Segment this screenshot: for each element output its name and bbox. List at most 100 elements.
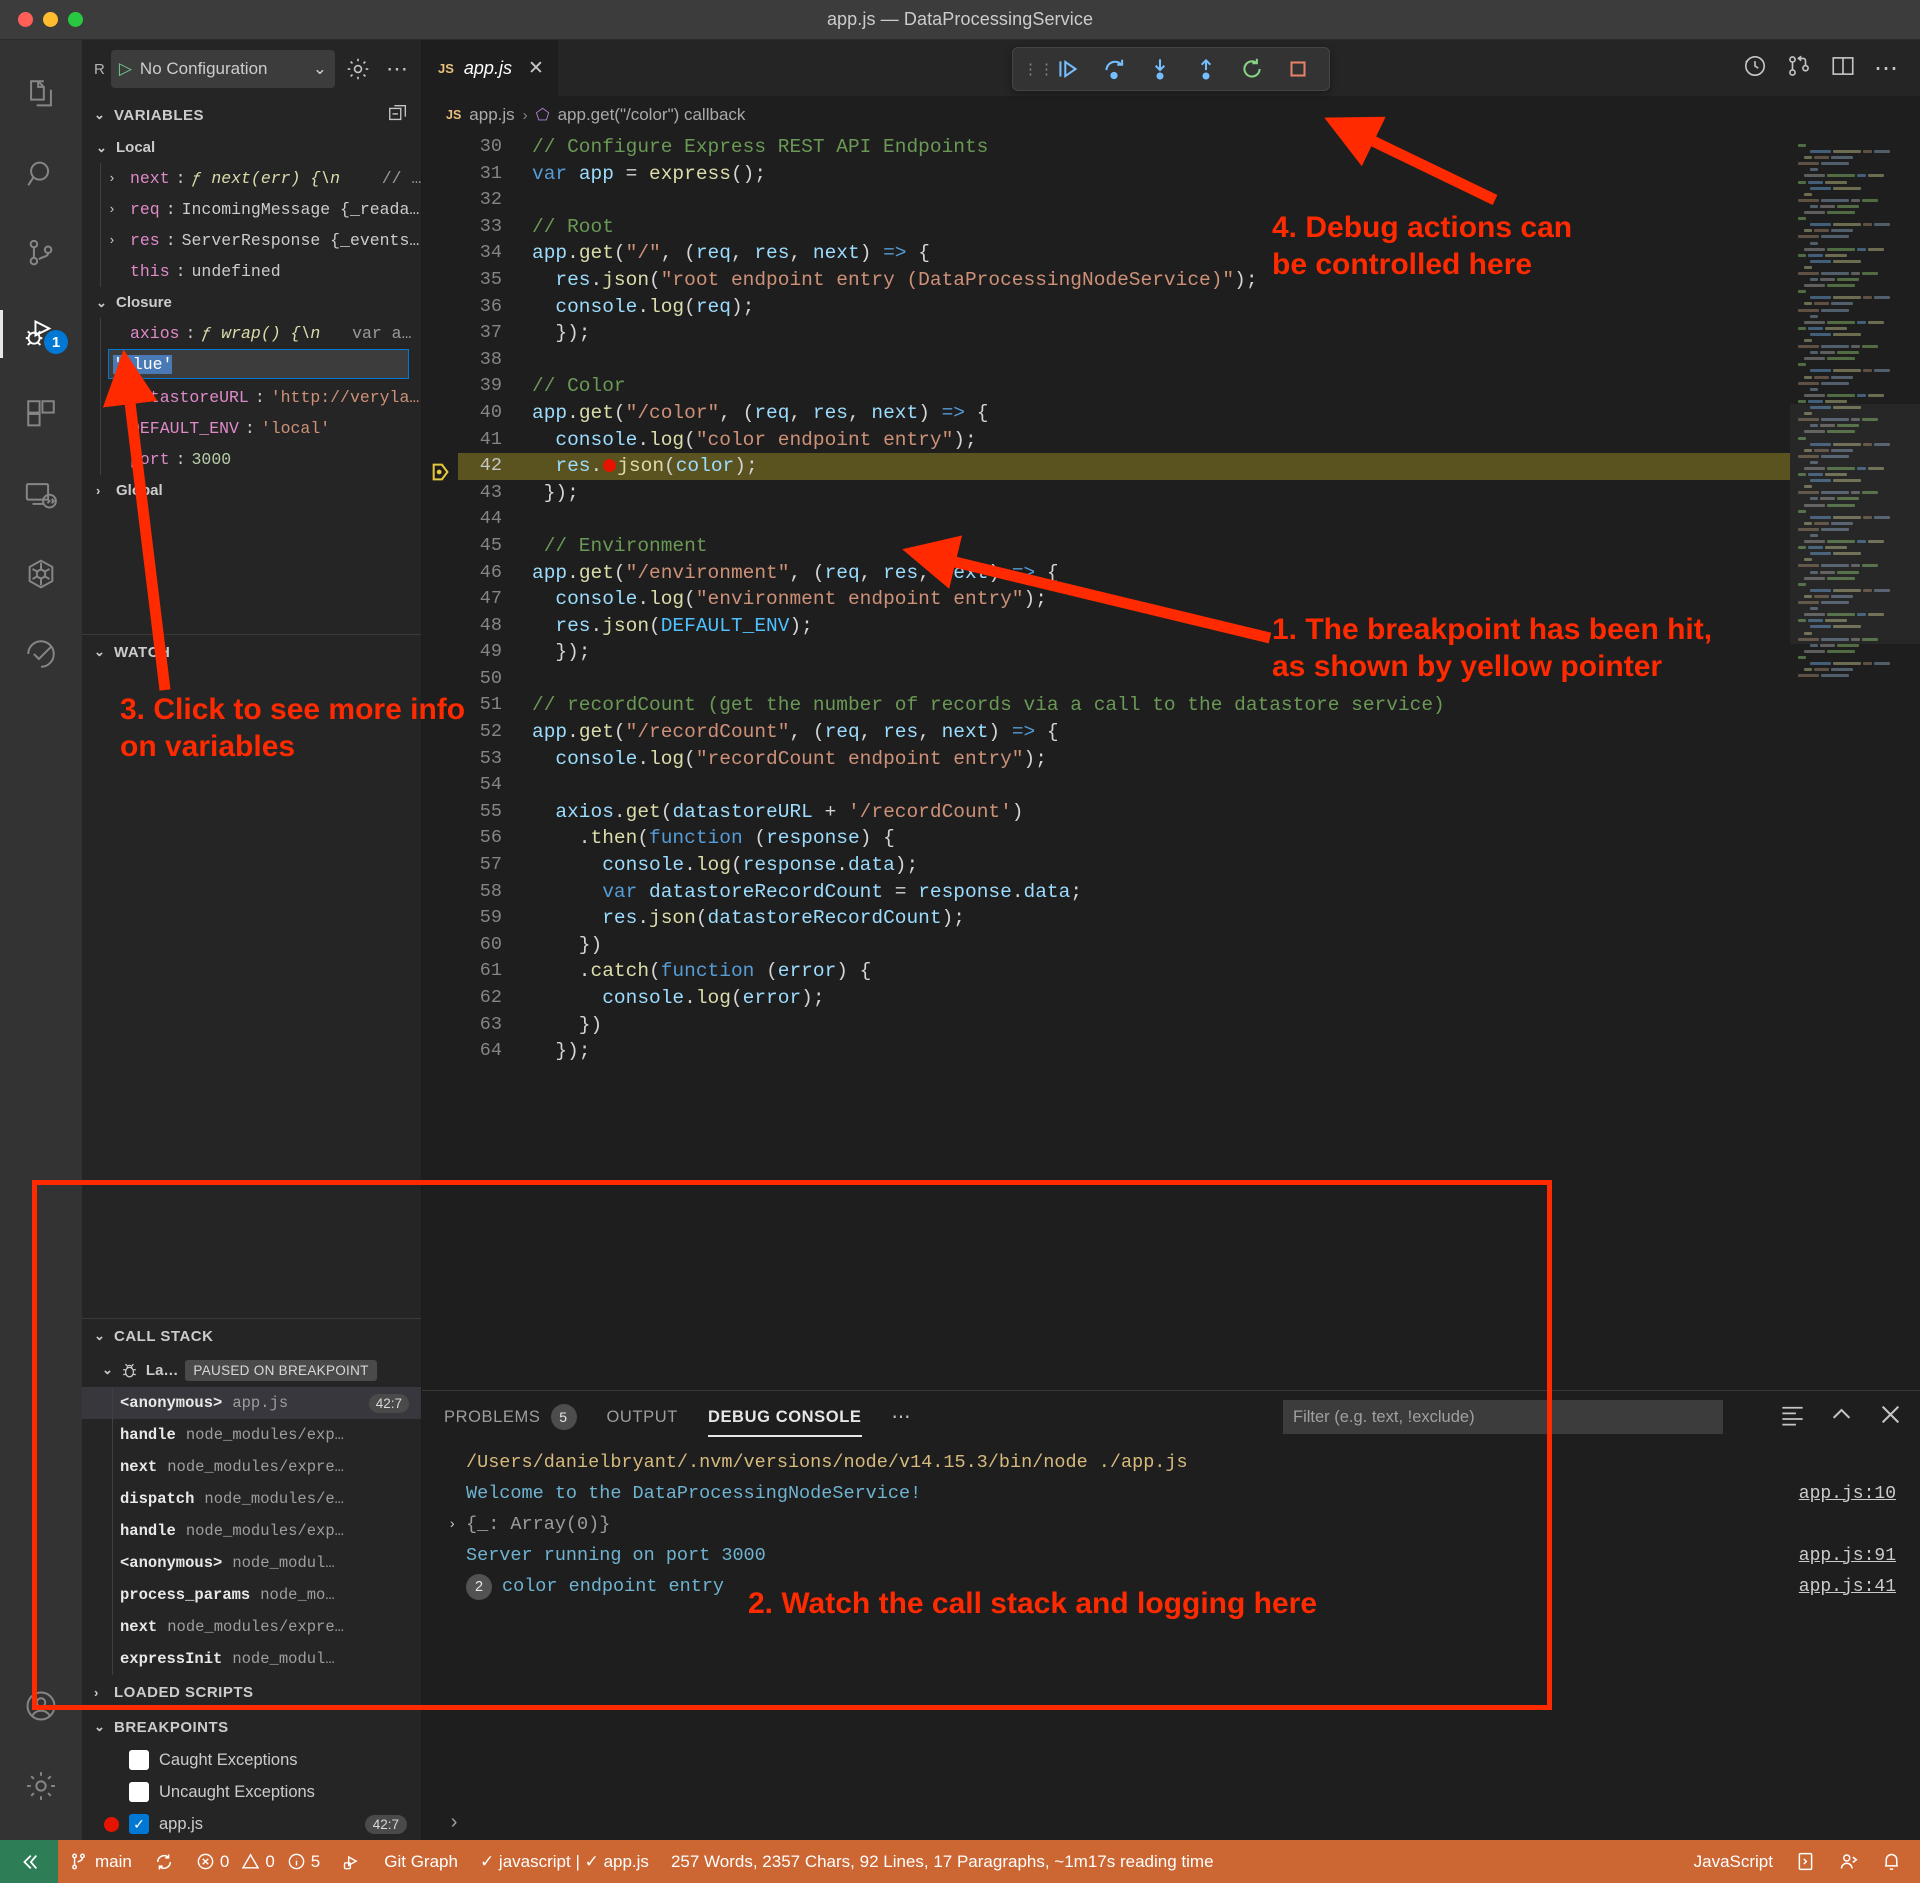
accounts-button[interactable] bbox=[0, 1666, 82, 1746]
breakpoint-uncaught-exceptions[interactable]: Uncaught Exceptions bbox=[82, 1776, 421, 1808]
callstack-frames[interactable]: <anonymous> app.js 42:7 handle node_modu… bbox=[82, 1387, 421, 1675]
restart-button[interactable] bbox=[1231, 51, 1273, 87]
step-over-button[interactable] bbox=[1093, 51, 1135, 87]
code-line[interactable]: 61 .catch(function (error) { bbox=[458, 958, 1790, 985]
code-line[interactable]: 60 }) bbox=[458, 932, 1790, 959]
code-line[interactable]: 36 console.log(req); bbox=[458, 294, 1790, 321]
variable-row-res[interactable]: › res: ServerResponse {_events… bbox=[82, 225, 421, 256]
code-line[interactable]: 57 console.log(response.data); bbox=[458, 852, 1790, 879]
code-lines[interactable]: 30 // Configure Express REST API Endpoint… bbox=[458, 134, 1790, 1390]
console-source-link[interactable]: app.js:41 bbox=[1799, 1577, 1896, 1597]
breakpoint-caught-exceptions[interactable]: Caught Exceptions bbox=[82, 1744, 421, 1776]
status-branch[interactable]: main bbox=[58, 1840, 143, 1883]
code-line[interactable]: 58 var datastoreRecordCount = response.d… bbox=[458, 879, 1790, 906]
code-line[interactable]: 63 }) bbox=[458, 1012, 1790, 1039]
chevron-right-icon[interactable]: › bbox=[108, 171, 124, 186]
status-language-mode[interactable]: JavaScript bbox=[1683, 1840, 1784, 1883]
watch-section-header[interactable]: ⌄ WATCH bbox=[82, 635, 421, 669]
code-line[interactable]: 62 console.log(error); bbox=[458, 985, 1790, 1012]
debug-session-row[interactable]: ⌄ La… PAUSED ON BREAKPOINT bbox=[82, 1353, 421, 1387]
chevron-right-icon[interactable]: › bbox=[108, 202, 124, 217]
callstack-frame[interactable]: handle node_modules/exp… bbox=[82, 1419, 421, 1451]
status-word-count[interactable]: 257 Words, 2357 Chars, 92 Lines, 17 Para… bbox=[660, 1840, 1225, 1883]
code-line[interactable]: 59 res.json(datastoreRecordCount); bbox=[458, 905, 1790, 932]
close-icon[interactable]: ✕ bbox=[528, 57, 544, 80]
variables-scope-local[interactable]: ⌄ Local bbox=[82, 132, 421, 163]
code-line[interactable]: 51// recordCount (get the number of reco… bbox=[458, 692, 1790, 719]
breadcrumb[interactable]: JS app.js › ⬠ app.get("/color") callback bbox=[422, 96, 1920, 134]
status-debug-alt[interactable] bbox=[331, 1840, 373, 1883]
drag-handle-icon[interactable]: ⋮⋮ bbox=[1023, 60, 1054, 78]
variable-row-default-env[interactable]: › DEFAULT_ENV: 'local' bbox=[82, 413, 421, 444]
variables-tree[interactable]: ⌄ Local › next: ƒ next(err) {\n // … › r… bbox=[82, 132, 421, 506]
callstack-frame[interactable]: expressInit node_modul… bbox=[82, 1643, 421, 1675]
code-editor[interactable]: 30 // Configure Express REST API Endpoint… bbox=[422, 134, 1920, 1390]
remote-window-indicator[interactable] bbox=[0, 1840, 58, 1883]
sidebar-item-extensions[interactable] bbox=[0, 374, 82, 454]
code-line[interactable]: 41 console.log("color endpoint entry"); bbox=[458, 427, 1790, 454]
breakpoint-appjs[interactable]: ✓ app.js 42:7 bbox=[82, 1808, 421, 1840]
code-line[interactable]: 38 bbox=[458, 347, 1790, 374]
source-control-compare-icon[interactable] bbox=[1786, 53, 1812, 84]
variable-row-port[interactable]: › port: 3000 bbox=[82, 444, 421, 475]
debug-console-input[interactable]: › bbox=[422, 1806, 1920, 1840]
variable-row-next[interactable]: › next: ƒ next(err) {\n // … bbox=[82, 163, 421, 194]
variable-row-req[interactable]: › req: IncomingMessage {_reada… bbox=[82, 194, 421, 225]
callstack-frame[interactable]: process_params node_mo… bbox=[82, 1579, 421, 1611]
collapse-all-icon[interactable] bbox=[387, 102, 409, 128]
breadcrumb-file[interactable]: app.js bbox=[469, 105, 514, 125]
sidebar-item-kubernetes[interactable] bbox=[0, 534, 82, 614]
tab-problems[interactable]: PROBLEMS 5 bbox=[444, 1391, 577, 1443]
variable-row-this[interactable]: › this: undefined bbox=[82, 256, 421, 287]
console-source-link[interactable]: app.js:10 bbox=[1799, 1484, 1896, 1504]
breakpoints-list[interactable]: Caught Exceptions Uncaught Exceptions ✓ … bbox=[82, 1744, 421, 1840]
stop-button[interactable] bbox=[1277, 51, 1319, 87]
watch-list[interactable] bbox=[82, 669, 421, 1318]
continue-button[interactable] bbox=[1047, 51, 1089, 87]
code-line[interactable]: 53 console.log("recordCount endpoint ent… bbox=[458, 746, 1790, 773]
step-out-button[interactable] bbox=[1185, 51, 1227, 87]
timeline-icon[interactable] bbox=[1742, 53, 1768, 84]
chevron-right-icon[interactable]: › bbox=[108, 233, 124, 248]
status-notifications[interactable] bbox=[1870, 1840, 1920, 1883]
code-line[interactable]: 54 bbox=[458, 772, 1790, 799]
console-filter-input[interactable]: Filter (e.g. text, !exclude) bbox=[1283, 1400, 1723, 1434]
tab-output[interactable]: OUTPUT bbox=[607, 1391, 678, 1443]
tab-debug-console[interactable]: DEBUG CONSOLE bbox=[707, 1391, 862, 1443]
open-launch-json-button[interactable] bbox=[341, 52, 375, 86]
callstack-section-header[interactable]: ⌄ CALL STACK bbox=[82, 1319, 421, 1353]
code-line[interactable]: 45 // Environment bbox=[458, 533, 1790, 560]
variable-row-datastoreurl[interactable]: › datastoreURL: 'http://veryla… bbox=[82, 382, 421, 413]
breakpoints-section-header[interactable]: ⌄ BREAKPOINTS bbox=[82, 1710, 421, 1744]
code-line[interactable]: 46 app.get("/environment", (req, res, nex… bbox=[458, 560, 1790, 587]
variables-scope-closure[interactable]: ⌄ Closure bbox=[82, 287, 421, 318]
callstack-frame[interactable]: <anonymous> app.js 42:7 bbox=[82, 1387, 421, 1419]
status-eslint[interactable]: ✓ javascript | ✓ app.js bbox=[469, 1840, 660, 1883]
chevron-right-icon[interactable]: › bbox=[448, 1517, 466, 1533]
loaded-scripts-section-header[interactable]: › LOADED SCRIPTS bbox=[82, 1675, 421, 1709]
breadcrumb-symbol[interactable]: app.get("/color") callback bbox=[558, 105, 746, 125]
callstack-frame[interactable]: next node_modules/expre… bbox=[82, 1451, 421, 1483]
code-line[interactable]: 43 }); bbox=[458, 480, 1790, 507]
checkbox[interactable]: ✓ bbox=[129, 1814, 149, 1834]
chevron-down-icon[interactable]: ⌄ bbox=[313, 59, 327, 79]
callstack-frame[interactable]: next node_modules/expre… bbox=[82, 1611, 421, 1643]
callstack-frame[interactable]: handle node_modules/exp… bbox=[82, 1515, 421, 1547]
variables-section-header[interactable]: ⌄ VARIABLES bbox=[82, 98, 421, 132]
variables-scope-global[interactable]: › Global bbox=[82, 475, 421, 506]
sidebar-item-remote-explorer[interactable] bbox=[0, 454, 82, 534]
tab-app-js[interactable]: JS app.js ✕ bbox=[422, 40, 559, 96]
editor-more-icon[interactable]: ⋯ bbox=[1874, 54, 1900, 83]
manage-settings-button[interactable] bbox=[0, 1746, 82, 1826]
code-line[interactable]: 39 // Color bbox=[458, 373, 1790, 400]
code-line[interactable]: 47 console.log("environment endpoint ent… bbox=[458, 586, 1790, 613]
variable-edit-value[interactable]: 'blue' bbox=[113, 354, 173, 374]
debug-console-output[interactable]: /Users/danielbryant/.nvm/versions/node/v… bbox=[422, 1443, 1920, 1806]
code-line[interactable]: 55 axios.get(datastoreURL + '/recordCoun… bbox=[458, 799, 1790, 826]
status-browser-preview[interactable] bbox=[1784, 1840, 1827, 1883]
minimap[interactable] bbox=[1790, 134, 1920, 1390]
panel-more-icon[interactable]: ⋯ bbox=[892, 1406, 913, 1429]
code-line[interactable]: 40 app.get("/color", (req, res, next) => … bbox=[458, 400, 1790, 427]
console-line[interactable]: /Users/danielbryant/.nvm/versions/node/v… bbox=[422, 1447, 1920, 1478]
code-line[interactable]: 30 // Configure Express REST API Endpoint… bbox=[458, 134, 1790, 161]
